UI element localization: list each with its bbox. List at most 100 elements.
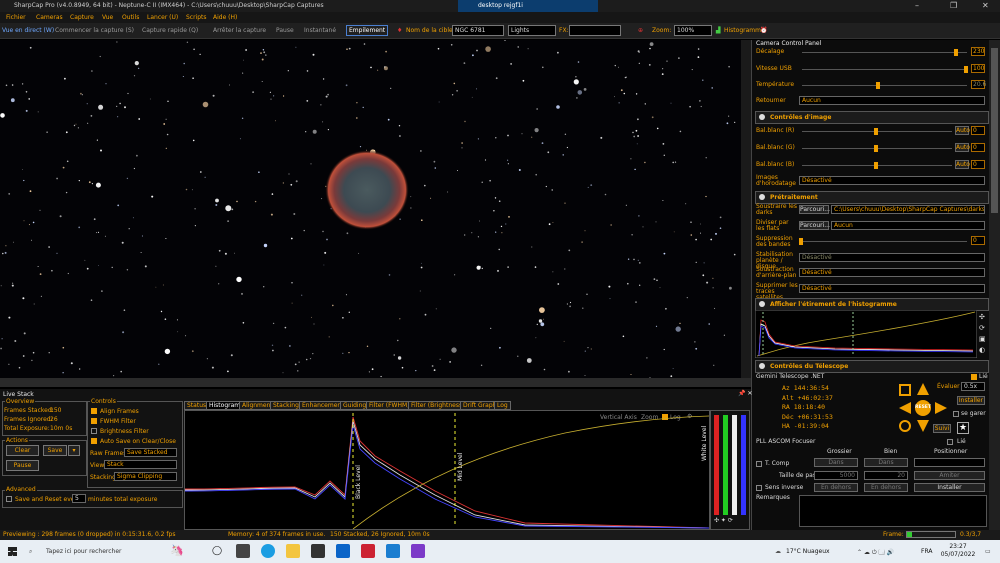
channel-level-sliders[interactable]: ✣ ✦ ⟳	[710, 410, 750, 530]
menu-tools[interactable]: Outils	[122, 14, 139, 21]
level-tools-icons[interactable]: ✣ ✦ ⟳	[714, 517, 733, 524]
banding-knob[interactable]	[799, 238, 803, 245]
planet-stab-select[interactable]: Désactivé	[799, 253, 985, 262]
offset-slider-knob[interactable]	[954, 49, 958, 56]
app-icon[interactable]	[386, 544, 400, 558]
file-explorer-icon[interactable]	[286, 544, 300, 558]
close-icon[interactable]: ✕	[982, 1, 989, 10]
tab-guiding[interactable]: Guiding	[340, 401, 370, 410]
usb-speed-slider[interactable]	[802, 69, 967, 70]
fwhm-checkbox[interactable]	[91, 418, 97, 424]
maximize-icon[interactable]: ❐	[950, 1, 957, 10]
wb-green-auto[interactable]: Auto	[955, 143, 970, 152]
track-button[interactable]: Suivi	[933, 424, 951, 433]
view-select[interactable]: Stack	[104, 460, 177, 469]
menu-cameras[interactable]: Cameras	[36, 14, 63, 21]
favorite-star-icon[interactable]: ★	[957, 422, 969, 434]
target-crosshair-icon[interactable]	[899, 420, 911, 432]
save-reset-checkbox[interactable]	[6, 496, 12, 502]
collapse-icon[interactable]	[759, 301, 765, 307]
raw-frames-select[interactable]: Save Stacked	[124, 448, 177, 457]
tcomp-checkbox[interactable]	[756, 461, 762, 467]
wb-blue-auto[interactable]: Auto	[955, 160, 970, 169]
white-level-bar[interactable]	[732, 415, 737, 515]
mail-icon[interactable]	[336, 544, 350, 558]
reverse-checkbox[interactable]	[756, 485, 762, 491]
fine-out-button[interactable]: En dehors	[864, 483, 908, 492]
language-indicator[interactable]: FRA	[921, 548, 932, 555]
focuser-setup-button[interactable]: Installer	[914, 483, 985, 492]
offset-value[interactable]: 230	[971, 47, 985, 56]
coarse-out-button[interactable]: En dehors	[814, 483, 858, 492]
tab-stacking[interactable]: Stacking	[270, 401, 302, 410]
menu-launch[interactable]: Lancer (U)	[147, 14, 178, 21]
stack-histogram-chart[interactable]: Vertical Axis Zoom Log ⚙ Black Level Mid…	[184, 410, 710, 530]
darks-path[interactable]: C:\Users\chuuu\Desktop\SharpCap Captures…	[831, 205, 985, 214]
collapse-icon[interactable]	[759, 363, 765, 369]
position-input[interactable]	[914, 458, 985, 467]
windows-start-icon[interactable]	[8, 547, 17, 556]
task-view-icon[interactable]: ◯	[212, 546, 222, 556]
zoom-select[interactable]: 100%	[674, 25, 712, 36]
flats-browse-button[interactable]: Parcouri...	[799, 221, 830, 230]
menu-view[interactable]: Vue	[102, 14, 113, 21]
collapse-icon[interactable]	[759, 114, 765, 120]
wb-red-knob[interactable]	[874, 128, 878, 135]
snapshot-button[interactable]: Instantané	[304, 27, 336, 34]
telescope-header[interactable]: Contrôles du Télescope	[755, 360, 989, 373]
banding-value[interactable]: 0	[971, 236, 985, 245]
darks-browse-button[interactable]: Parcouri...	[799, 205, 830, 214]
weather-text[interactable]: 17°C Nuageux	[786, 548, 830, 555]
quick-capture-button[interactable]: Capture rapide (Q)	[142, 27, 198, 34]
wb-blue-value[interactable]: 0	[971, 160, 985, 169]
panel-scroll-thumb[interactable]	[991, 48, 998, 213]
stacking-select[interactable]: Sigma Clipping	[114, 472, 177, 481]
slew-mode-icon[interactable]	[899, 384, 911, 396]
menu-help[interactable]: Aide (H)	[213, 14, 237, 21]
reticle-icon[interactable]: ⊕	[638, 27, 643, 34]
tab-histogram[interactable]: Histogram	[206, 401, 244, 410]
target-name-input[interactable]: NGC 6781	[452, 25, 504, 36]
notes-textarea[interactable]	[799, 495, 987, 527]
collapse-icon[interactable]	[759, 194, 765, 200]
menu-file[interactable]: Fichier	[6, 14, 26, 21]
focuser-linked-checkbox[interactable]	[947, 439, 953, 445]
fx-select[interactable]	[569, 25, 621, 36]
reset-button[interactable]: RESET	[915, 400, 931, 416]
coarse-step-input[interactable]: 5000	[814, 471, 858, 480]
tab-log[interactable]: Log	[494, 401, 511, 410]
sharpcap-app-icon[interactable]	[361, 544, 375, 558]
focuser-apply-button[interactable]: Amiter	[914, 471, 985, 480]
camera-image-view[interactable]	[0, 40, 741, 378]
tab-filter-fwhm[interactable]: Filter (FWHM)	[366, 401, 413, 410]
minimize-icon[interactable]: –	[915, 1, 919, 10]
temperature-slider-knob[interactable]	[876, 82, 880, 89]
flip-select[interactable]: Aucun	[799, 96, 985, 105]
north-arrow-icon[interactable]	[917, 383, 929, 395]
wb-red-value[interactable]: 0	[971, 126, 985, 135]
blue-level-bar[interactable]	[741, 415, 746, 515]
align-checkbox[interactable]	[91, 408, 97, 414]
clear-button[interactable]: Clear	[6, 445, 39, 456]
tab-filter-brightness[interactable]: Filter (Brightness)	[408, 401, 468, 410]
image-controls-header[interactable]: Contrôles d'image	[755, 111, 989, 124]
usb-speed-slider-knob[interactable]	[964, 66, 968, 73]
fine-in-button[interactable]: Dans	[864, 458, 908, 467]
image-horizontal-scrollbar[interactable]	[0, 378, 751, 387]
rate-select[interactable]: 0.5x	[961, 382, 985, 391]
flats-path[interactable]: Aucun	[831, 221, 985, 230]
image-vertical-scrollbar[interactable]	[741, 40, 751, 378]
stop-capture-button[interactable]: Arrêter la capture	[213, 27, 266, 34]
wb-blue-knob[interactable]	[874, 162, 878, 169]
search-highlight-icon[interactable]: 🦄	[170, 544, 184, 557]
stacking-button[interactable]: Empilement	[346, 25, 389, 36]
offset-slider[interactable]	[802, 52, 967, 53]
park-checkbox[interactable]	[953, 411, 959, 417]
widgets-icon[interactable]	[236, 544, 250, 558]
alarm-icon[interactable]: ⏰	[760, 27, 767, 34]
telescope-setup-button[interactable]: Installer	[957, 396, 985, 405]
system-tray-icons[interactable]: ⌃ ☁ ⏻ 🗔 🔊	[857, 548, 894, 558]
panel-scrollbar[interactable]	[989, 40, 1000, 530]
green-level-bar[interactable]	[723, 415, 728, 515]
brightness-checkbox[interactable]	[91, 428, 97, 434]
